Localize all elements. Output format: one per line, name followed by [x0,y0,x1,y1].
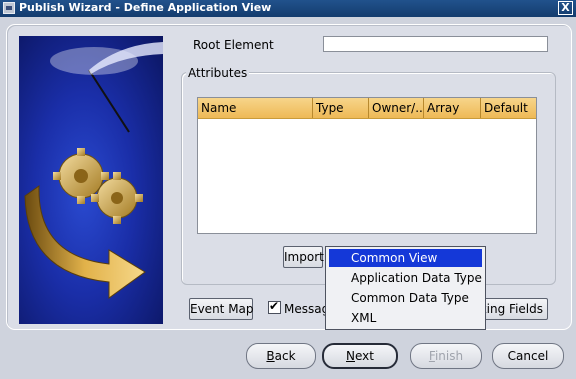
column-header-type[interactable]: Type [313,98,369,118]
message-checkbox[interactable] [268,299,281,314]
title-bar: Publish Wizard - Define Application View… [0,0,576,17]
cancel-button[interactable]: Cancel [492,343,564,369]
back-label-rest: ack [274,349,296,363]
menu-item-common-view[interactable]: Common View [329,249,482,267]
attributes-label: Attributes [186,66,250,80]
column-header-array[interactable]: Array [424,98,481,118]
column-header-default[interactable]: Default [481,98,536,118]
next-button[interactable]: Next [322,343,398,369]
finish-button[interactable]: Finish [410,343,482,369]
root-element-label: Root Element [193,38,274,52]
attributes-table[interactable]: Name Type Owner/... Array Default [197,97,537,234]
window-title: Publish Wizard - Define Application View [19,1,272,14]
marking-fields-button[interactable]: king Fields [478,298,548,320]
finish-label-rest: inish [434,349,464,363]
menu-item-common-data-type[interactable]: Common Data Type [329,289,482,307]
menu-item-application-data-type[interactable]: Application Data Type [329,269,482,287]
import-button[interactable]: Import [283,246,324,268]
next-mnemonic: N [346,349,355,363]
column-header-owner[interactable]: Owner/... [369,98,424,118]
table-header: Name Type Owner/... Array Default [198,98,536,119]
root-element-input[interactable] [323,36,548,52]
gears-arrow-graphic [19,36,163,324]
close-icon[interactable]: X [558,1,573,15]
app-window-icon [3,2,15,14]
import-dropdown-menu: Common View Application Data Type Common… [325,246,486,330]
column-header-name[interactable]: Name [198,98,313,118]
message-checkbox-label: Messag [284,302,330,316]
event-map-button[interactable]: Event Map [189,298,254,320]
next-label-rest: ext [355,349,374,363]
menu-item-xml[interactable]: XML [329,309,482,327]
back-mnemonic: B [266,349,275,363]
back-button[interactable]: Back [246,343,316,369]
